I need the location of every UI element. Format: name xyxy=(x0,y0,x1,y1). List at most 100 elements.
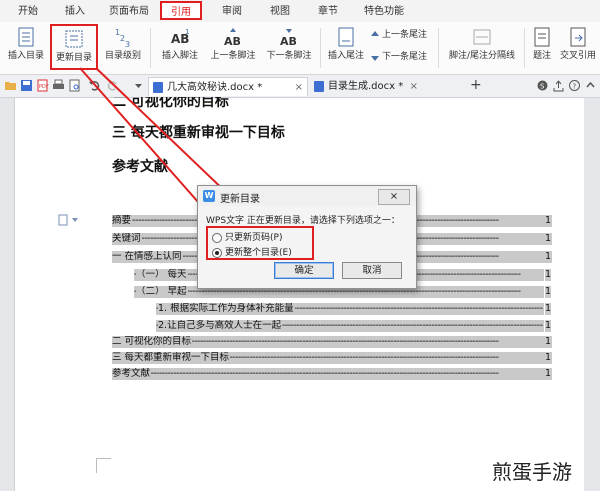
toc-entry[interactable]: ----------------------------------------… xyxy=(112,352,552,364)
toc-entry-page: 1 xyxy=(544,233,551,245)
footnote-icon: AB1 xyxy=(171,28,189,46)
tab-chapter[interactable]: 章节 xyxy=(308,4,348,19)
toc-entry-page: 1 xyxy=(544,303,551,315)
toc-entry[interactable]: ----------------------------------------… xyxy=(112,320,552,332)
toc-entry-text: 关键词 xyxy=(112,233,142,245)
tab-page-layout[interactable]: 页面布局 xyxy=(103,4,155,19)
next-footnote-icon: AB xyxy=(280,29,297,48)
cross-reference-icon xyxy=(570,27,586,47)
wps-app-icon: W xyxy=(203,190,215,202)
help-icon[interactable]: ? xyxy=(568,79,581,92)
redo-icon[interactable] xyxy=(106,79,119,92)
document-icon xyxy=(153,82,163,93)
cancel-button[interactable]: 取消 xyxy=(342,262,402,279)
new-tab-button[interactable]: + xyxy=(470,77,482,93)
radio-entire-toc[interactable] xyxy=(212,247,222,258)
insert-footnote-button[interactable]: AB 1 插入脚注 xyxy=(156,24,204,70)
toc-entry-page: 1 xyxy=(544,368,551,380)
insert-toc-icon xyxy=(18,27,34,47)
footnote-separator-button[interactable]: 脚注/尾注分隔线 xyxy=(442,24,522,70)
insert-toc-label: 插入目录 xyxy=(7,51,44,61)
next-endnote-label: 下一条尾注 xyxy=(382,52,428,62)
page-corner-mark xyxy=(96,458,111,473)
next-endnote-button[interactable]: 下一条尾注 xyxy=(370,50,427,64)
prev-endnote-icon xyxy=(371,30,379,36)
separator-icon xyxy=(473,29,491,45)
option-update-page-numbers[interactable]: 只更新页码(P) xyxy=(212,230,282,243)
doc-tab-2[interactable]: 目录生成.docx * × xyxy=(310,77,460,96)
ribbon: 插入目录 更新目录 1 2 3 目录级别 AB 1 插入脚注 AB 上一条脚注 A… xyxy=(0,22,600,75)
left-ruler-gutter xyxy=(0,98,15,491)
pdf-icon[interactable]: PDF xyxy=(36,79,49,92)
print-preview-icon[interactable] xyxy=(68,79,81,92)
toc-entry-page: 1 xyxy=(544,251,551,263)
next-endnote-icon xyxy=(371,55,379,61)
toc-entry-text: （一） 每天 xyxy=(136,269,188,281)
share-icon[interactable] xyxy=(552,79,565,92)
toc-entry-text: 摘要 xyxy=(112,215,133,227)
update-toc-dialog: W 更新目录 × WPS文字 正在更新目录，请选择下列选项之一： 只更新页码(P… xyxy=(197,185,417,289)
document-icon xyxy=(314,81,324,92)
watermark: 煎蛋手游 xyxy=(492,460,572,484)
option-update-entire-toc[interactable]: 更新整个目录(E) xyxy=(212,245,292,258)
toc-entry-text: 参考文献 xyxy=(112,368,152,380)
svg-text:1: 1 xyxy=(185,28,189,36)
tab-special-features[interactable]: 特色功能 xyxy=(356,4,412,19)
doc-tab-1-close-icon[interactable]: × xyxy=(295,78,303,97)
svg-text:PDF: PDF xyxy=(39,84,49,90)
tab-review[interactable]: 审阅 xyxy=(212,4,252,19)
doc-tab-1[interactable]: 几大高效秘诀.docx * × xyxy=(148,77,308,96)
update-toc-button[interactable]: 更新目录 xyxy=(50,24,98,70)
dialog-close-button[interactable]: × xyxy=(378,189,410,205)
ok-button[interactable]: 确定 xyxy=(274,262,334,279)
doc-tab-2-close-icon[interactable]: × xyxy=(410,77,418,96)
radio-page-numbers[interactable] xyxy=(212,232,222,243)
caption-icon xyxy=(534,27,550,47)
svg-text:3: 3 xyxy=(125,40,130,48)
cross-reference-button[interactable]: 交叉引用 xyxy=(558,24,598,70)
footnote-separator-label: 脚注/尾注分隔线 xyxy=(448,51,516,61)
endnote-icon xyxy=(338,27,354,47)
toc-entry-text: 2.让自己多与高效人士在一起 xyxy=(158,320,283,332)
prev-footnote-icon: AB xyxy=(224,28,241,48)
prev-footnote-button[interactable]: AB 上一条脚注 xyxy=(206,24,260,70)
toc-entry[interactable]: ----------------------------------------… xyxy=(112,336,552,348)
toc-entry-page: 1 xyxy=(544,320,551,332)
toc-entry-text: （二） 早起 xyxy=(136,286,188,298)
next-footnote-button[interactable]: AB 下一条脚注 xyxy=(262,24,316,70)
insert-endnote-label: 插入尾注 xyxy=(327,51,364,61)
tab-start[interactable]: 开始 xyxy=(8,4,48,19)
caption-label: 题注 xyxy=(532,51,551,61)
insert-endnote-button[interactable]: 插入尾注 xyxy=(326,24,366,70)
tab-insert[interactable]: 插入 xyxy=(55,4,95,19)
toc-entry-page: 1 xyxy=(544,286,551,298)
cross-reference-label: 交叉引用 xyxy=(559,51,596,61)
document-tab-bar: PDF 几大高效秘诀.docx * × 目录生成.docx * × + S ? xyxy=(0,75,600,98)
collapse-ribbon-icon[interactable] xyxy=(584,79,597,92)
toc-entry[interactable]: ----------------------------------------… xyxy=(112,368,552,380)
dialog-title-bar[interactable]: W 更新目录 × xyxy=(198,186,416,206)
doc-tab-1-title: 几大高效秘诀.docx * xyxy=(167,82,263,93)
open-folder-icon[interactable] xyxy=(4,79,17,92)
toc-level-button[interactable]: 1 2 3 目录级别 xyxy=(100,24,146,70)
caption-button[interactable]: 题注 xyxy=(528,24,556,70)
paragraph-options-icon[interactable] xyxy=(58,214,80,226)
svg-text:S: S xyxy=(540,83,545,91)
print-icon[interactable] xyxy=(52,79,65,92)
toc-entry-page: 1 xyxy=(544,336,551,348)
ribbon-divider xyxy=(438,28,439,68)
undo-icon[interactable] xyxy=(88,79,101,92)
toc-entry-text: 二 可视化你的目标 xyxy=(112,336,193,348)
ribbon-divider xyxy=(320,28,321,68)
toc-entry[interactable]: ----------------------------------------… xyxy=(112,303,552,315)
option-page-numbers-label: 只更新页码(P) xyxy=(225,233,283,243)
insert-footnote-label: 插入脚注 xyxy=(161,51,198,61)
quick-access-dropdown-icon[interactable] xyxy=(132,79,145,92)
tab-view[interactable]: 视图 xyxy=(260,4,300,19)
heading-references: 参考文献 xyxy=(112,159,168,175)
insert-toc-button[interactable]: 插入目录 xyxy=(4,24,48,70)
prev-endnote-button[interactable]: 上一条尾注 xyxy=(370,28,427,42)
save-icon[interactable] xyxy=(20,79,33,92)
cloud-sync-icon[interactable]: S xyxy=(536,79,549,92)
tab-references[interactable]: 引用 xyxy=(160,1,202,20)
